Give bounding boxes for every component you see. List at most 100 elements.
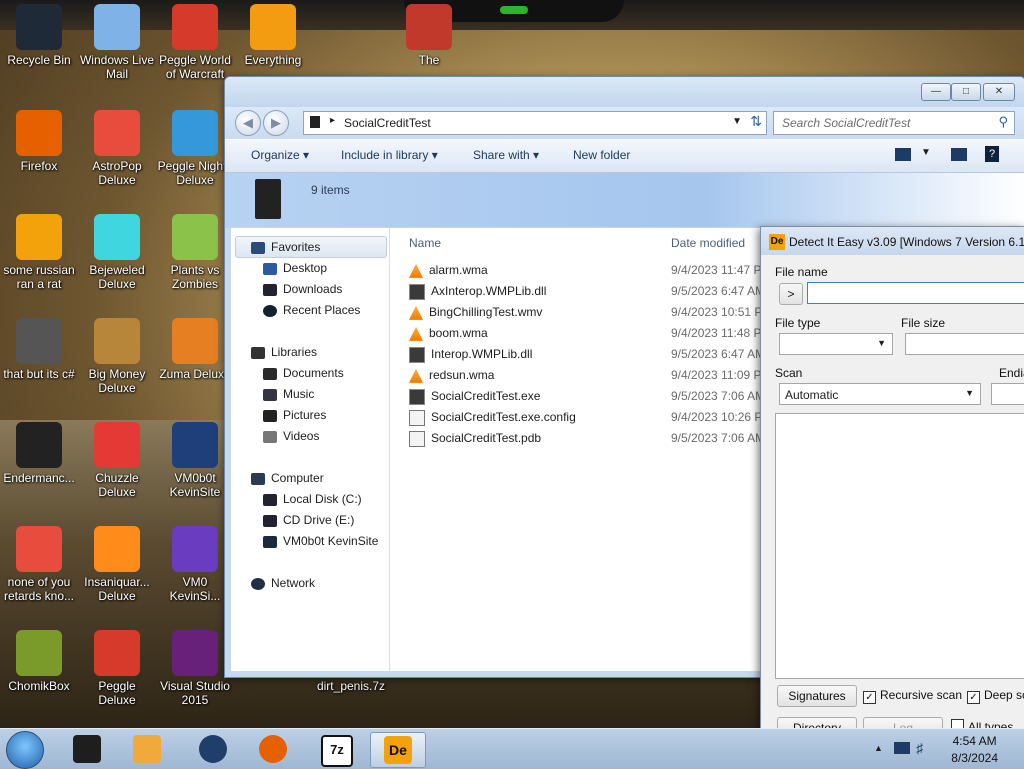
taskbar-network[interactable] — [186, 732, 240, 766]
desktop-icon[interactable]: Visual Studio 2015 — [156, 630, 234, 707]
taskbar-firefox[interactable] — [246, 732, 300, 766]
network-tray-icon[interactable] — [894, 742, 910, 754]
app-icon — [406, 4, 452, 50]
desktop-icon[interactable]: The — [390, 4, 468, 67]
desktop-icon[interactable]: Peggle World of Warcraft — [156, 4, 234, 81]
explorer-titlebar: — □ ✕ — [225, 77, 1024, 107]
desktop-icon[interactable]: Peggle Nights Deluxe — [156, 110, 234, 187]
nav-music[interactable]: Music — [263, 384, 314, 404]
clock[interactable]: 4:54 AM 8/3/2024 — [951, 733, 998, 767]
desktop-icon[interactable]: that but its c# — [0, 318, 78, 381]
nav-network[interactable]: Network — [251, 573, 315, 593]
desktop-icon[interactable]: none of you retards kno... — [0, 526, 78, 603]
help-icon[interactable]: ? — [985, 146, 999, 162]
desktop-icon[interactable]: VM0 KevinSi... — [156, 526, 234, 603]
preview-pane-icon[interactable] — [951, 148, 967, 161]
nav-local-disk[interactable]: Local Disk (C:) — [263, 489, 362, 509]
share-with-menu[interactable]: Share with ▾ — [473, 148, 539, 162]
refresh-icon[interactable]: ⇅ — [750, 113, 762, 130]
nav-desktop[interactable]: Desktop — [263, 258, 327, 278]
app-icon — [16, 422, 62, 468]
7zip-icon: 7z — [321, 735, 353, 767]
column-header-name[interactable]: Name — [409, 236, 441, 250]
nav-computer[interactable]: Computer — [251, 468, 324, 488]
file-size-label: File size — [901, 316, 946, 330]
file-type-select[interactable]: ▼ — [779, 333, 893, 355]
desktop-icon-label: Plants vs Zombies — [170, 263, 220, 291]
scan-results-pane[interactable] — [775, 413, 1024, 679]
scan-select[interactable]: Automatic ▼ — [779, 383, 981, 405]
app-icon — [172, 214, 218, 260]
taskbar-7zip[interactable]: 7z — [308, 732, 362, 767]
desktop-icon-label: Peggle Nights Deluxe — [157, 159, 233, 187]
start-button[interactable] — [6, 731, 44, 769]
signatures-button[interactable]: Signatures — [777, 685, 857, 707]
app-icon — [172, 526, 218, 572]
app-icon — [16, 110, 62, 156]
nav-label: VM0b0t KevinSite — [283, 534, 379, 548]
deep-scan-checkbox[interactable]: ✓ Deep sca — [967, 687, 1024, 704]
show-hidden-icons-icon[interactable]: ▲ — [874, 743, 883, 753]
nav-recent-places[interactable]: Recent Places — [263, 300, 360, 320]
forward-button[interactable]: ▶ — [263, 110, 289, 136]
taskbar-detect-it-easy[interactable]: De — [370, 732, 426, 768]
endian-field[interactable] — [991, 383, 1024, 405]
chevron-down-icon[interactable]: ▼ — [732, 116, 742, 127]
view-icon[interactable] — [895, 148, 911, 161]
desktop-icon-label: none of you retards kno... — [3, 575, 75, 603]
app-icon — [172, 318, 218, 364]
minimize-button[interactable]: — — [921, 83, 951, 101]
close-button[interactable]: ✕ — [983, 83, 1015, 101]
desktop-icon[interactable]: VM0b0t KevinSite — [156, 422, 234, 499]
taskbar-media-player[interactable] — [120, 732, 174, 766]
volume-icon[interactable]: ♯ — [916, 740, 923, 756]
desktop-icon[interactable]: Peggle Deluxe — [78, 630, 156, 707]
media-file-icon — [409, 368, 423, 383]
column-header-date[interactable]: Date modified — [671, 236, 745, 250]
search-input[interactable]: Search SocialCreditTest ⚲ — [773, 111, 1015, 135]
desktop-icon[interactable]: Chuzzle Deluxe — [78, 422, 156, 499]
back-button[interactable]: ◀ — [235, 110, 261, 136]
desktop-icon[interactable]: Zuma Deluxe — [156, 318, 234, 381]
address-bar[interactable]: ▸ SocialCreditTest ▼ ⇅ — [303, 111, 767, 135]
chevron-down-icon[interactable]: ▼ — [921, 147, 931, 158]
file-name-input[interactable] — [807, 282, 1024, 304]
nav-favorites[interactable]: Favorites — [251, 237, 320, 257]
app-icon — [94, 422, 140, 468]
desktop-icon[interactable]: Windows Live Mail — [78, 4, 156, 81]
file-name: BingChillingTest.wmv — [429, 305, 543, 319]
search-icon[interactable]: ⚲ — [998, 114, 1008, 130]
breadcrumb: SocialCreditTest — [344, 116, 431, 130]
maximize-button[interactable]: □ — [951, 83, 981, 101]
new-folder-button[interactable]: New folder — [573, 148, 630, 162]
desktop-icon[interactable]: Endermanc... — [0, 422, 78, 485]
nav-libraries[interactable]: Libraries — [251, 342, 317, 362]
desktop-icon[interactable]: Big Money Deluxe — [78, 318, 156, 395]
recursive-scan-checkbox[interactable]: ✓ Recursive scan — [863, 687, 963, 704]
browse-button[interactable]: > — [779, 283, 803, 305]
desktop-icon[interactable]: AstroPop Deluxe — [78, 110, 156, 187]
desktop-icon[interactable]: Everything — [234, 4, 312, 67]
recursive-scan-label: Recursive scan — [880, 688, 963, 702]
desktop-icon-label: ChomikBox — [8, 679, 70, 693]
nav-documents[interactable]: Documents — [263, 363, 344, 383]
desktop-icon[interactable]: some russian ran a rat — [0, 214, 78, 291]
nav-videos[interactable]: Videos — [263, 426, 319, 446]
desktop-icon[interactable]: Recycle Bin — [0, 4, 78, 67]
nav-vm-drive[interactable]: VM0b0t KevinSite — [263, 531, 378, 551]
organize-menu[interactable]: Organize ▾ — [251, 148, 309, 162]
desktop-icon[interactable]: Firefox — [0, 110, 78, 173]
folder-header: 9 items — [225, 173, 1024, 228]
desktop-icon[interactable]: ChomikBox — [0, 630, 78, 693]
taskbar-explorer[interactable] — [60, 732, 114, 766]
downloads-icon — [263, 283, 277, 296]
desktop-icon[interactable]: Bejeweled Deluxe — [78, 214, 156, 291]
app-icon — [94, 4, 140, 50]
nav-cd-drive[interactable]: CD Drive (E:) — [263, 510, 354, 530]
endian-label: Endia — [999, 366, 1024, 380]
include-in-library-menu[interactable]: Include in library ▾ — [341, 148, 438, 162]
desktop-icon[interactable]: Plants vs Zombies — [156, 214, 234, 291]
nav-pictures[interactable]: Pictures — [263, 405, 326, 425]
desktop-icon[interactable]: Insaniquar... Deluxe — [78, 526, 156, 603]
nav-downloads[interactable]: Downloads — [263, 279, 342, 299]
